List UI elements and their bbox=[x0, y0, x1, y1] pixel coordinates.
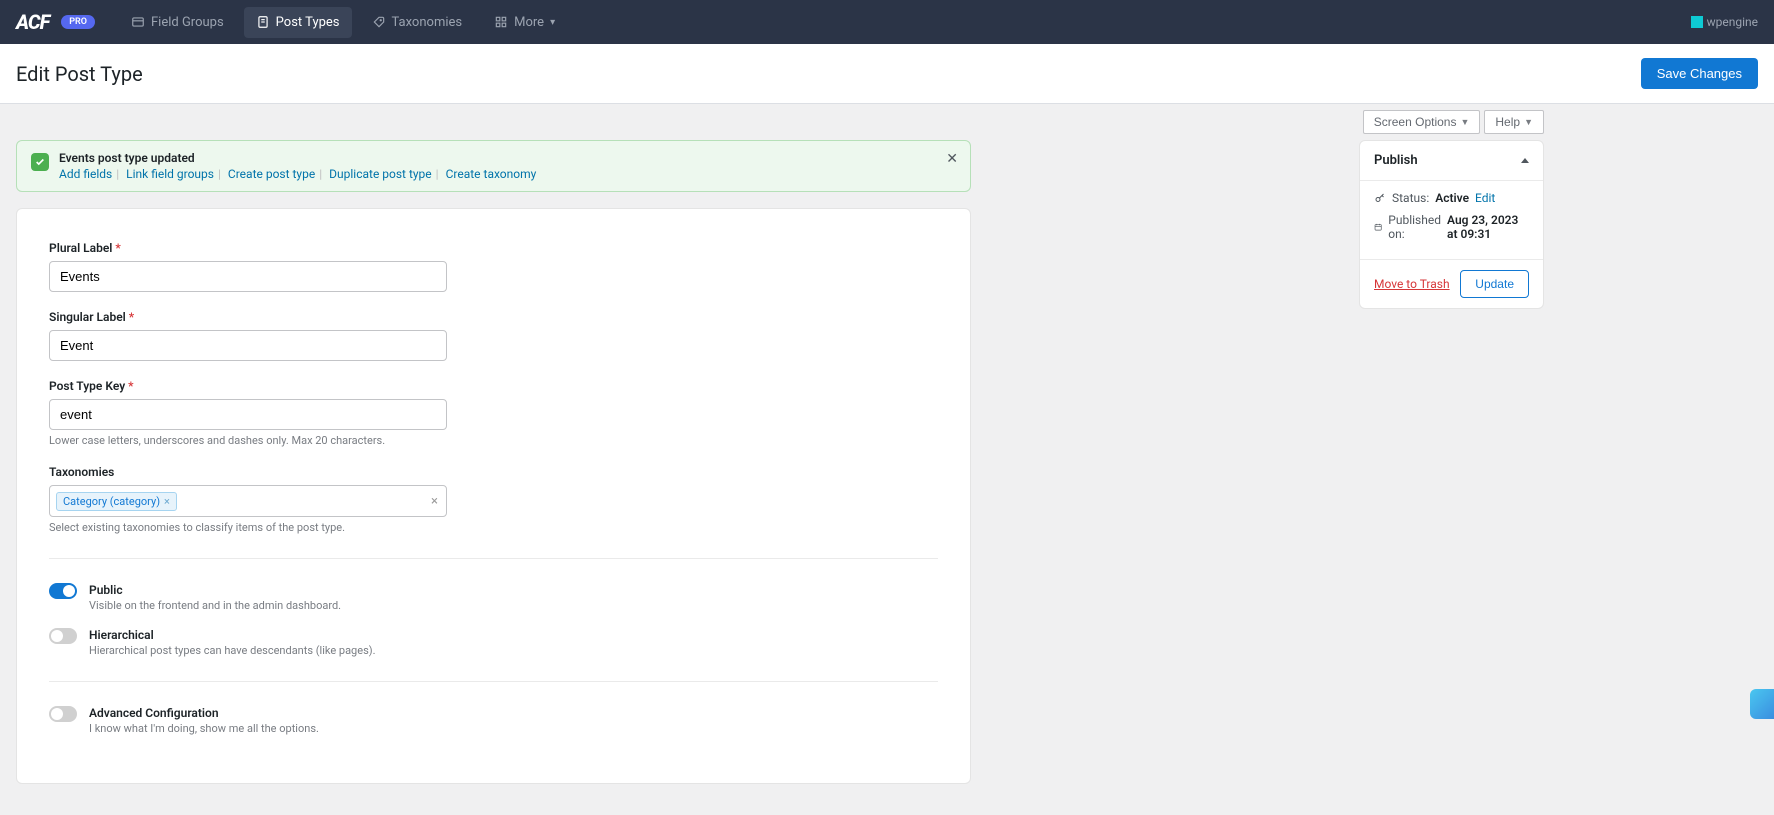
form-card: Plural Label * Singular Label * Post Typ… bbox=[16, 208, 971, 784]
public-toggle[interactable] bbox=[49, 583, 77, 599]
tag-icon bbox=[372, 15, 386, 29]
hierarchical-toggle[interactable] bbox=[49, 628, 77, 644]
success-notice: Events post type updated Add fields| Lin… bbox=[16, 140, 971, 192]
create-post-type-link[interactable]: Create post type bbox=[228, 167, 315, 181]
nav-taxonomies[interactable]: Taxonomies bbox=[360, 7, 475, 38]
clear-taxonomies-icon[interactable]: × bbox=[431, 494, 438, 509]
nav-label: Field Groups bbox=[151, 15, 224, 30]
nav-label: Taxonomies bbox=[392, 15, 463, 30]
post-type-key-help: Lower case letters, underscores and dash… bbox=[49, 434, 447, 447]
plural-label: Plural Label * bbox=[49, 241, 447, 255]
key-icon bbox=[1374, 192, 1386, 204]
page-title: Edit Post Type bbox=[16, 62, 143, 86]
caret-down-icon: ▼ bbox=[1524, 117, 1533, 127]
hierarchical-label: Hierarchical bbox=[89, 628, 375, 642]
topbar: ACF PRO Field Groups Post Types Taxonomi… bbox=[0, 0, 1774, 44]
divider bbox=[49, 681, 938, 682]
published-label: Published on: bbox=[1388, 213, 1441, 241]
public-desc: Visible on the frontend and in the admin… bbox=[89, 599, 341, 612]
wpengine-icon bbox=[1691, 16, 1703, 28]
grid-icon bbox=[494, 15, 508, 29]
nav-label: Post Types bbox=[276, 15, 340, 30]
duplicate-post-type-link[interactable]: Duplicate post type bbox=[329, 167, 432, 181]
post-type-key-label: Post Type Key * bbox=[49, 379, 447, 393]
advanced-toggle[interactable] bbox=[49, 706, 77, 722]
singular-label: Singular Label * bbox=[49, 310, 447, 324]
taxonomy-chip: Category (category) × bbox=[56, 492, 177, 511]
post-type-key-input[interactable] bbox=[49, 399, 447, 430]
check-icon bbox=[31, 153, 49, 171]
chevron-down-icon: ▾ bbox=[550, 17, 555, 28]
nav-label: More bbox=[514, 15, 544, 30]
plural-label-input[interactable] bbox=[49, 261, 447, 292]
pro-badge: PRO bbox=[61, 15, 95, 29]
caret-down-icon: ▼ bbox=[1460, 117, 1469, 127]
divider bbox=[49, 558, 938, 559]
close-icon[interactable]: ✕ bbox=[946, 151, 958, 167]
acf-logo: ACF bbox=[16, 10, 49, 34]
status-label: Status: bbox=[1392, 191, 1429, 205]
chat-bubble-icon[interactable] bbox=[1750, 689, 1774, 719]
status-value: Active bbox=[1435, 191, 1469, 205]
topbar-right: wpengine bbox=[1691, 15, 1758, 29]
advanced-label: Advanced Configuration bbox=[89, 706, 319, 720]
taxonomies-input[interactable]: Category (category) × × bbox=[49, 485, 447, 517]
public-label: Public bbox=[89, 583, 341, 597]
nav-more[interactable]: More ▾ bbox=[482, 7, 567, 38]
publish-panel: Publish Status: Active Edit Published on… bbox=[1359, 140, 1544, 309]
hierarchical-desc: Hierarchical post types can have descend… bbox=[89, 644, 375, 657]
calendar-icon bbox=[1374, 221, 1382, 233]
remove-chip-icon[interactable]: × bbox=[164, 495, 170, 508]
update-button[interactable]: Update bbox=[1460, 270, 1529, 298]
notice-title: Events post type updated bbox=[59, 151, 956, 165]
page-header: Edit Post Type Save Changes bbox=[0, 44, 1774, 104]
screen-options-button[interactable]: Screen Options▼ bbox=[1363, 110, 1481, 134]
create-taxonomy-link[interactable]: Create taxonomy bbox=[446, 167, 537, 181]
link-field-groups-link[interactable]: Link field groups bbox=[126, 167, 214, 181]
nav-post-types[interactable]: Post Types bbox=[244, 7, 352, 38]
publish-panel-header[interactable]: Publish bbox=[1360, 141, 1543, 181]
edit-status-link[interactable]: Edit bbox=[1475, 191, 1495, 205]
add-fields-link[interactable]: Add fields bbox=[59, 167, 112, 181]
help-button[interactable]: Help▼ bbox=[1484, 110, 1544, 134]
published-date: Aug 23, 2023 at 09:31 bbox=[1447, 213, 1529, 241]
wpengine-label: wpengine bbox=[1707, 15, 1758, 29]
taxonomy-chip-label: Category (category) bbox=[63, 495, 160, 508]
move-to-trash-link[interactable]: Move to Trash bbox=[1374, 277, 1450, 291]
layers-icon bbox=[131, 15, 145, 29]
nav-field-groups[interactable]: Field Groups bbox=[119, 7, 236, 38]
document-icon bbox=[256, 15, 270, 29]
caret-up-icon bbox=[1521, 158, 1529, 163]
advanced-desc: I know what I'm doing, show me all the o… bbox=[89, 722, 319, 735]
save-changes-button[interactable]: Save Changes bbox=[1641, 58, 1758, 89]
taxonomies-help: Select existing taxonomies to classify i… bbox=[49, 521, 447, 534]
singular-label-input[interactable] bbox=[49, 330, 447, 361]
publish-title: Publish bbox=[1374, 153, 1418, 168]
taxonomies-label: Taxonomies bbox=[49, 465, 447, 479]
